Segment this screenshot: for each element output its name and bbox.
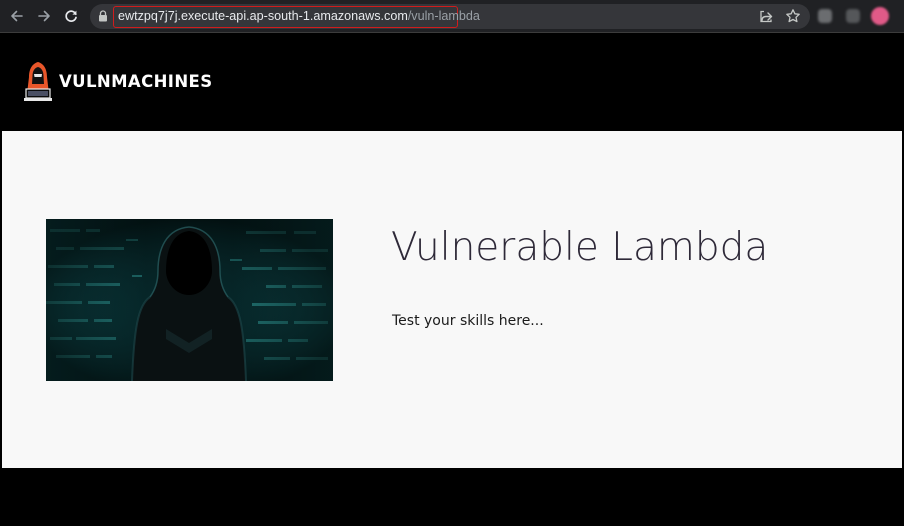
lock-icon[interactable]: [98, 10, 108, 22]
back-arrow-icon[interactable]: [9, 8, 25, 24]
star-icon[interactable]: [785, 8, 801, 24]
reload-icon[interactable]: [63, 8, 79, 24]
hooded-hacker-logo-icon[interactable]: [24, 60, 52, 104]
hooded-hacker-image: [46, 219, 333, 381]
url-host: ewtzpq7j7j.execute-api.ap-south-1.amazon…: [118, 9, 408, 23]
url-path: /vuln-lambda: [407, 9, 480, 23]
extension-icon[interactable]: [818, 9, 832, 23]
profile-avatar[interactable]: [871, 7, 889, 25]
url-text[interactable]: ewtzpq7j7j.execute-api.ap-south-1.amazon…: [118, 9, 480, 24]
footer-band: [2, 468, 902, 524]
share-icon[interactable]: [758, 8, 774, 24]
brand-name[interactable]: VULNMACHINES: [59, 72, 213, 92]
hero-subtitle: Test your skills here...: [392, 313, 544, 329]
forward-arrow-icon[interactable]: [36, 8, 52, 24]
hero-title: Vulnerable Lambda: [391, 225, 769, 270]
extension-icon[interactable]: [846, 9, 860, 23]
